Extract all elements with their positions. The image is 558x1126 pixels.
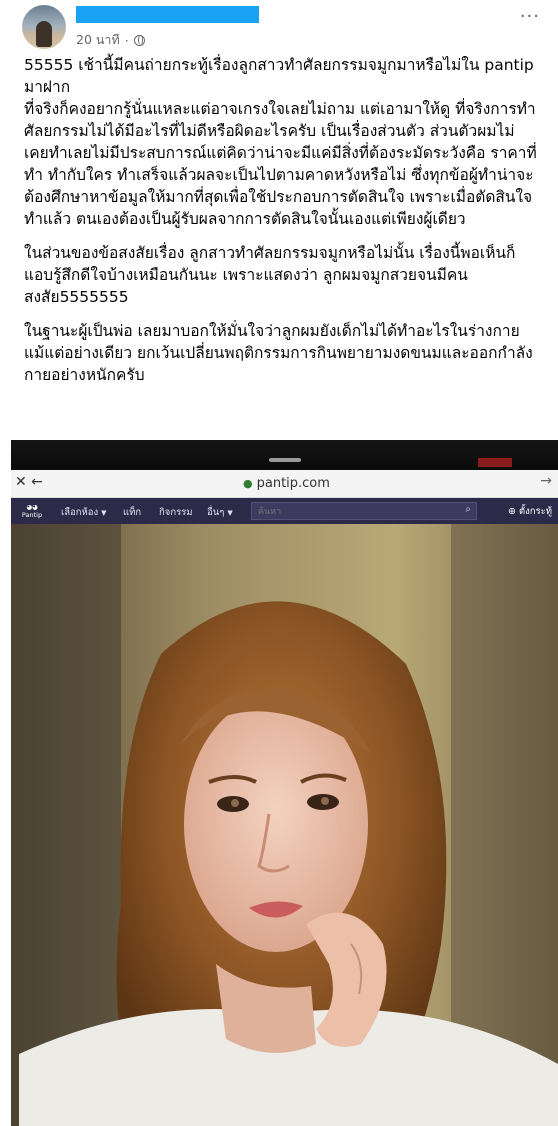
url-display: ● pantip.com: [243, 476, 330, 491]
portrait-photo: [11, 524, 558, 1126]
caret-down-icon: ▼: [227, 509, 233, 517]
facebook-post: 20 นาที · ··· 55555 เช้านี้มีคนถ่ายกระทู…: [0, 0, 558, 1126]
portrait-illustration: [11, 524, 558, 1126]
browser-address-bar: ✕ ← ● pantip.com →: [11, 470, 558, 498]
pantip-menu-select-room: เลือกห้อง ▼: [61, 505, 107, 520]
search-icon: ⌕: [465, 504, 471, 515]
pantip-logo-text: Pantip: [21, 511, 43, 519]
device-tab-strip: [11, 440, 558, 470]
pantip-new-topic: ⊕ ตั้งกระทู้: [507, 506, 552, 517]
post-image-screenshot[interactable]: ✕ ← ● pantip.com → ◕◕ Pantip เลือกห้อง ▼ แท…: [11, 440, 558, 1126]
menu-label: กิจกรรม: [159, 507, 193, 518]
caret-down-icon: ▼: [101, 509, 107, 517]
forward-icon: →: [540, 473, 552, 489]
post-timestamp[interactable]: 20 นาที: [76, 30, 120, 50]
pantip-menu-tags: แท็ก: [123, 505, 141, 520]
more-options-icon[interactable]: ···: [520, 6, 540, 27]
lock-icon: ●: [243, 477, 253, 490]
globe-icon[interactable]: [133, 34, 145, 46]
avatar[interactable]: [22, 5, 66, 49]
back-close-icons: ✕ ←: [15, 474, 43, 490]
post-paragraph-2: ในส่วนของข้อสงสัยเรื่อง ลูกสาวทำศัลยกรรม…: [24, 244, 516, 306]
menu-label: อื่นๆ: [207, 507, 225, 518]
pantip-logo: ◕◕ Pantip: [21, 503, 43, 519]
pantip-menu-activities: กิจกรรม: [159, 505, 193, 520]
menu-label: เลือกห้อง: [61, 507, 99, 518]
pantip-menu-more: อื่นๆ ▼: [207, 505, 233, 520]
pantip-search-box: ⌕: [251, 502, 477, 520]
separator-dot: ·: [124, 32, 129, 48]
background-tab-fragment: [478, 458, 512, 467]
redacted-author-name[interactable]: [76, 6, 259, 23]
multitask-handle: [269, 458, 301, 462]
post-paragraph-3: ในฐานะผู้เป็นพ่อ เลยมาบอกให้มั่นใจว่าลูก…: [24, 322, 533, 384]
menu-label: แท็ก: [123, 507, 142, 518]
post-body: 55555 เช้านี้มีคนถ่ายกระทู้เรื่องลูกสาวท…: [24, 54, 538, 398]
pantip-search-input: [256, 504, 450, 520]
url-text: pantip.com: [256, 476, 330, 491]
post-paragraph-1: 55555 เช้านี้มีคนถ่ายกระทู้เรื่องลูกสาวท…: [24, 56, 537, 228]
post-meta: 20 นาที ·: [76, 30, 145, 50]
pantip-nav-bar: ◕◕ Pantip เลือกห้อง ▼ แท็ก กิจกรรม อื่นๆ ▼ …: [11, 498, 558, 524]
new-topic-label: ตั้งกระทู้: [518, 506, 552, 517]
